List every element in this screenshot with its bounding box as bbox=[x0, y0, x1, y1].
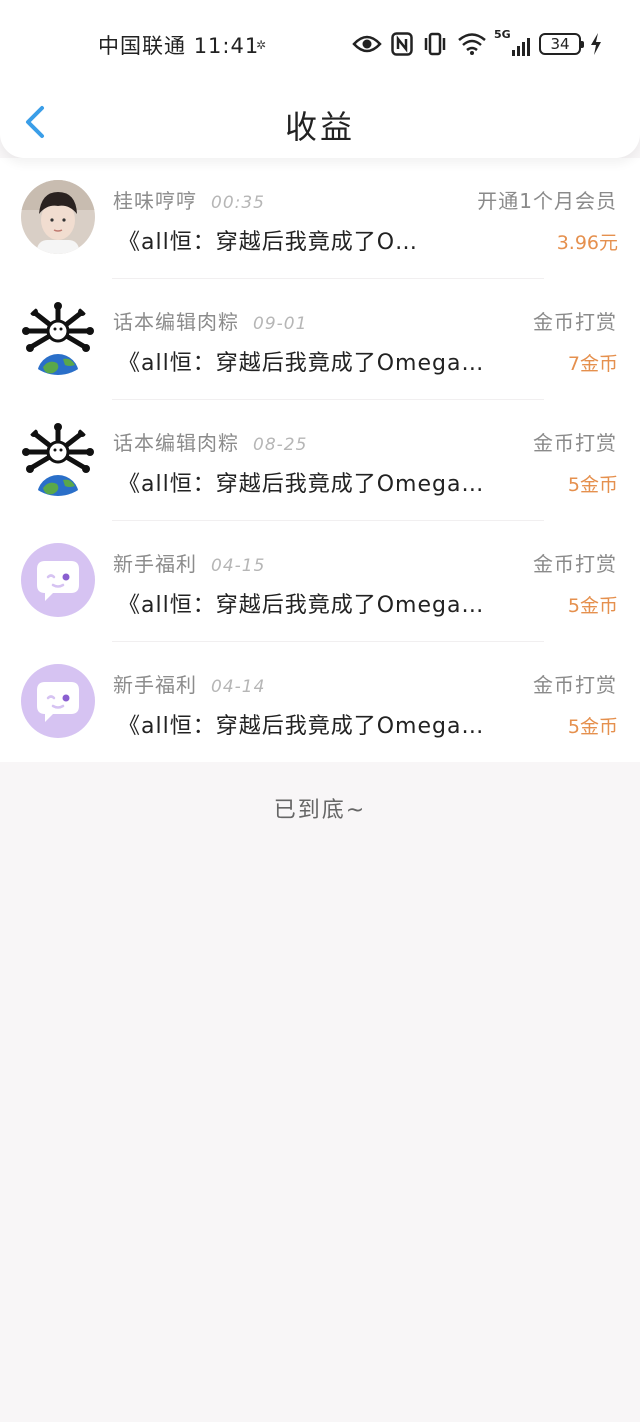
record-time: 04-15 bbox=[211, 556, 266, 576]
status-bar: 中国联通 11:41 ✲ 5G 34 bbox=[0, 22, 640, 66]
fan-icon: ✲ bbox=[256, 38, 267, 52]
sender-name-text: 新手福利 bbox=[113, 552, 197, 576]
carrier-time: 中国联通 11:41 bbox=[98, 30, 259, 60]
nfc-icon bbox=[391, 32, 413, 56]
battery-icon: 34 bbox=[539, 33, 584, 55]
nav-bar: 收益 bbox=[0, 88, 640, 158]
page-title: 收益 bbox=[284, 108, 355, 146]
battery-level: 34 bbox=[550, 35, 570, 53]
sender-name: 新手福利 04-15 bbox=[113, 548, 265, 577]
earth-bones-avatar-icon bbox=[21, 422, 95, 496]
record-amount: 5金币 bbox=[567, 595, 618, 617]
wifi-icon bbox=[458, 33, 486, 55]
record-time: 09-01 bbox=[253, 314, 308, 334]
charging-icon bbox=[591, 33, 601, 55]
record-time: 00:35 bbox=[211, 193, 265, 213]
header: 中国联通 11:41 ✲ 5G 34 收益 bbox=[0, 0, 640, 158]
record-amount: 3.96元 bbox=[556, 232, 618, 254]
record-time: 04-14 bbox=[211, 677, 266, 697]
vibrate-icon bbox=[424, 32, 446, 56]
user-avatar bbox=[21, 301, 95, 375]
end-of-list-text: 已到底~ bbox=[273, 798, 367, 823]
record-amount: 5金币 bbox=[567, 716, 618, 738]
sender-name-text: 新手福利 bbox=[113, 673, 197, 697]
sender-name: 话本编辑肉粽 08-25 bbox=[113, 427, 307, 456]
user-avatar bbox=[21, 543, 95, 617]
carrier-name: 中国联通 bbox=[98, 34, 186, 58]
chat-bubble-avatar-icon bbox=[21, 543, 95, 617]
sender-name-text: 话本编辑肉粽 bbox=[113, 431, 239, 455]
clock: 11:41 bbox=[193, 34, 260, 58]
eye-icon bbox=[352, 35, 382, 53]
record-amount: 7金币 bbox=[567, 353, 618, 375]
list-item[interactable]: 新手福利 04-15 金币打赏 《all恒：穿越后我竟成了Omega… 5金币 bbox=[0, 521, 640, 642]
list-item[interactable]: 桂味哼哼 00:35 开通1个月会员 《all恒：穿越后我竟成了O… 3.96元 bbox=[0, 158, 640, 279]
book-title: 《all恒：穿越后我竟成了O… bbox=[118, 230, 419, 255]
sender-name-text: 桂味哼哼 bbox=[113, 189, 197, 213]
list-item[interactable]: 新手福利 04-14 金币打赏 《all恒：穿越后我竟成了Omega… 5金币 bbox=[0, 642, 640, 763]
sender-name: 桂味哼哼 00:35 bbox=[113, 185, 265, 214]
user-avatar bbox=[21, 180, 95, 254]
record-type: 金币打赏 bbox=[533, 431, 617, 455]
book-title: 《all恒：穿越后我竟成了Omega… bbox=[118, 593, 485, 618]
record-time: 08-25 bbox=[253, 435, 308, 455]
book-title: 《all恒：穿越后我竟成了Omega… bbox=[118, 714, 485, 739]
chat-bubble-avatar-icon bbox=[21, 664, 95, 738]
record-type: 金币打赏 bbox=[533, 310, 617, 334]
list-item[interactable]: 话本编辑肉粽 09-01 金币打赏 《all恒：穿越后我竟成了Omega… 7金币 bbox=[0, 279, 640, 400]
record-type: 金币打赏 bbox=[533, 552, 617, 576]
record-amount: 5金币 bbox=[567, 474, 618, 496]
photo-avatar-icon bbox=[21, 180, 95, 254]
user-avatar bbox=[21, 422, 95, 496]
record-type: 开通1个月会员 bbox=[477, 189, 617, 213]
status-icons: 5G 34 bbox=[352, 28, 602, 60]
book-title: 《all恒：穿越后我竟成了Omega… bbox=[118, 351, 485, 376]
network-type: 5G bbox=[494, 28, 511, 41]
earth-bones-avatar-icon bbox=[21, 301, 95, 375]
record-type: 金币打赏 bbox=[533, 673, 617, 697]
list-item[interactable]: 话本编辑肉粽 08-25 金币打赏 《all恒：穿越后我竟成了Omega… 5金币 bbox=[0, 400, 640, 521]
book-title: 《all恒：穿越后我竟成了Omega… bbox=[118, 472, 485, 497]
earnings-list: 桂味哼哼 00:35 开通1个月会员 《all恒：穿越后我竟成了O… 3.96元 bbox=[0, 158, 640, 762]
sender-name: 新手福利 04-14 bbox=[113, 669, 265, 698]
user-avatar bbox=[21, 664, 95, 738]
sender-name-text: 话本编辑肉粽 bbox=[113, 310, 239, 334]
sender-name: 话本编辑肉粽 09-01 bbox=[113, 306, 307, 335]
signal-icon: 5G bbox=[494, 28, 530, 56]
